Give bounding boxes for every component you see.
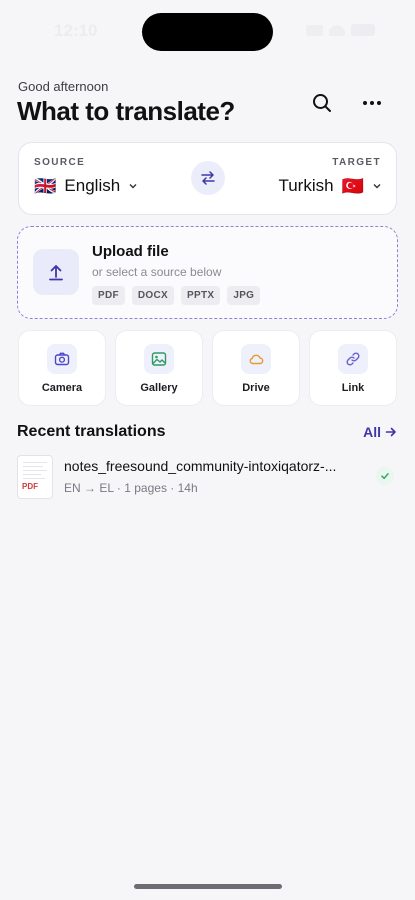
format-chip-jpg: JPG (227, 286, 261, 305)
target-language-dropdown[interactable]: Turkish 🇹🇷 (278, 176, 382, 196)
source-camera-button[interactable]: Camera (18, 330, 106, 406)
camera-icon (54, 352, 70, 366)
source-label: SOURCE (34, 157, 86, 168)
source-language-name: English (64, 176, 121, 195)
format-chip-docx: DOCX (131, 286, 174, 305)
cloud-icon-box (241, 344, 271, 374)
swap-languages-button[interactable] (191, 161, 225, 195)
wifi-icon (329, 24, 345, 36)
upload-file-dropzone[interactable]: Upload file or select a source below PDF… (17, 226, 398, 319)
search-icon (313, 94, 331, 112)
status-time: 12:10 (54, 21, 98, 40)
source-camera-label: Camera (41, 382, 83, 394)
target-language-name: Turkish (278, 176, 334, 195)
source-language-dropdown[interactable]: 🇬🇧 English (34, 176, 138, 196)
source-drive-button[interactable]: Drive (212, 330, 300, 406)
recent-file-meta: EN → EL · 1 pages · 14h (64, 481, 198, 495)
cloud-icon (249, 354, 264, 365)
dynamic-island (142, 13, 273, 51)
home-indicator (134, 884, 282, 889)
more-button[interactable] (358, 89, 386, 117)
recent-file-name: notes_freesound_community-intoxiqatorz-.… (64, 458, 337, 474)
language-selector-card: SOURCE TARGET 🇬🇧 English Turkish 🇹🇷 (18, 142, 397, 215)
status-bar: 12:10 (0, 0, 415, 62)
page-title: What to translate? (17, 96, 235, 126)
link-icon-box (338, 344, 368, 374)
image-icon (151, 352, 167, 366)
uk-flag-icon: 🇬🇧 (34, 176, 57, 196)
link-icon (346, 352, 360, 366)
image-icon-box (144, 344, 174, 374)
see-all-label: All (363, 424, 381, 440)
camera-icon-box (47, 344, 77, 374)
chevron-down-icon (129, 184, 137, 189)
source-link-button[interactable]: Link (309, 330, 397, 406)
upload-icon-box (33, 249, 79, 295)
turkey-flag-icon: 🇹🇷 (341, 176, 364, 196)
see-all-link[interactable]: All (363, 424, 397, 440)
upload-title: Upload file (92, 243, 169, 260)
format-chip-pptx: PPTX (181, 286, 221, 305)
source-link-label: Link (341, 382, 365, 394)
pdf-badge: PDF (22, 482, 38, 491)
format-chips: PDF DOCX PPTX JPG (92, 286, 261, 305)
more-horizontal-icon (363, 101, 381, 105)
source-gallery-button[interactable]: Gallery (115, 330, 203, 406)
upload-icon (49, 265, 63, 281)
source-options: Camera Gallery Drive Link (18, 330, 398, 406)
search-button[interactable] (308, 89, 336, 117)
target-label: TARGET (332, 157, 381, 168)
swap-arrows-icon (201, 171, 215, 185)
recent-translations-title: Recent translations (17, 423, 166, 440)
chevron-down-icon (373, 184, 381, 189)
battery-icon (351, 24, 375, 36)
signal-icon (306, 24, 323, 36)
upload-subtitle: or select a source below (92, 265, 222, 279)
greeting: Good afternoon (18, 79, 109, 94)
status-icons (306, 24, 375, 36)
arrow-right-icon (385, 427, 396, 437)
list-item[interactable]: PDF notes_freesound_community-intoxiqato… (17, 455, 397, 501)
check-icon (376, 467, 394, 485)
source-gallery-label: Gallery (140, 382, 178, 394)
format-chip-pdf: PDF (92, 286, 125, 305)
source-drive-label: Drive (242, 382, 270, 394)
pdf-document-icon: PDF (17, 455, 53, 499)
